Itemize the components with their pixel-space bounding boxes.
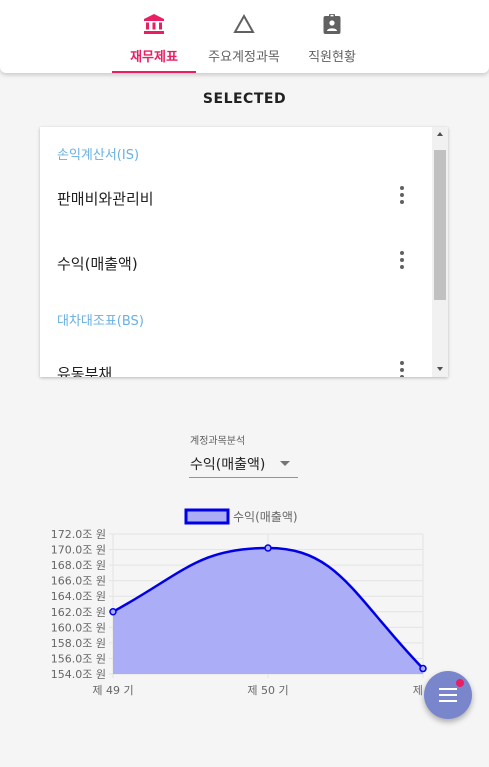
y-tick-label: 168.0조 원 [51,559,106,572]
series-area [113,548,423,674]
notification-dot [456,679,464,687]
revenue-chart: 수익(매출액) 154.0조 원 156.0조 원 158.0조 원 160.0조 원 1… [51,508,433,697]
list-item-label: 수익(매출액) [57,255,138,273]
data-point [264,544,272,552]
bank-icon [144,14,164,34]
list-item[interactable]: 판매비와관리비 [40,170,432,226]
tab-key-accounts[interactable]: 주요계정과목 [202,0,286,73]
account-select-label: 계정과목분석 [190,436,246,447]
y-tick-label: 160.0조 원 [51,621,106,634]
tab-financial-statements[interactable]: 재무제표 [112,0,196,73]
list-item-label: 판매비와관리비 [57,190,154,208]
subheader-income-statement: 손익계산서(IS) [57,148,140,163]
scroll-up-button[interactable] [432,127,448,143]
tab-label: 주요계정과목 [208,50,280,65]
chart-legend: 수익(매출액) [184,508,298,525]
more-vert-icon[interactable] [398,251,406,273]
section-title: SELECTED [202,91,287,107]
tab-label: 직원현황 [308,50,356,65]
list-item[interactable]: 수익(매출액) [40,235,432,291]
menu-icon [439,688,457,706]
list-item-label: 유동부채 [57,365,113,377]
menu-fab-button[interactable] [424,671,472,719]
account-select-value: 수익(매출액) [190,457,266,473]
active-tab-indicator [112,71,196,73]
dropdown-arrow-icon [280,461,290,466]
y-tick-label: 154.0조 원 [51,668,106,681]
y-tick-label: 170.0조 원 [51,544,106,557]
tab-label: 재무제표 [130,50,178,65]
scroll-down-button[interactable] [432,361,448,377]
triangle-icon [233,13,255,33]
more-vert-icon[interactable] [398,361,406,377]
account-select[interactable]: 수익(매출액) [189,448,298,478]
arrow-down-icon [437,367,443,371]
y-tick-label: 156.0조 원 [51,652,106,665]
account-list[interactable]: 손익계산서(IS) 판매비와관리비 수익(매출액) 대차대조표(BS) 유동부채 [40,127,448,377]
y-tick-label: 172.0조 원 [51,528,106,541]
legend-swatch [184,508,230,525]
x-tick-label: 제 49 기 [92,684,133,697]
legend-label: 수익(매출액) [233,510,298,524]
data-point [419,664,427,673]
x-tick-label: 제 50 기 [247,684,288,697]
more-vert-icon[interactable] [398,186,406,208]
y-tick-label: 162.0조 원 [51,606,106,619]
badge-icon [323,14,341,34]
list-scrollbar[interactable] [432,127,448,377]
y-tick-label: 166.0조 원 [51,575,106,588]
data-point [109,608,117,616]
account-list-content: 손익계산서(IS) 판매비와관리비 수익(매출액) 대차대조표(BS) 유동부채 [40,127,432,377]
arrow-up-icon [437,132,443,136]
top-tab-bar: 재무제표 주요계정과목 직원현황 [0,0,489,73]
y-tick-label: 158.0조 원 [51,637,106,650]
tab-employee-status[interactable]: 직원현황 [290,0,374,73]
list-item[interactable]: 유동부채 [40,345,432,377]
subheader-balance-sheet: 대차대조표(BS) [57,314,144,329]
scrollbar-thumb[interactable] [434,150,446,300]
y-tick-label: 164.0조 원 [51,590,106,603]
